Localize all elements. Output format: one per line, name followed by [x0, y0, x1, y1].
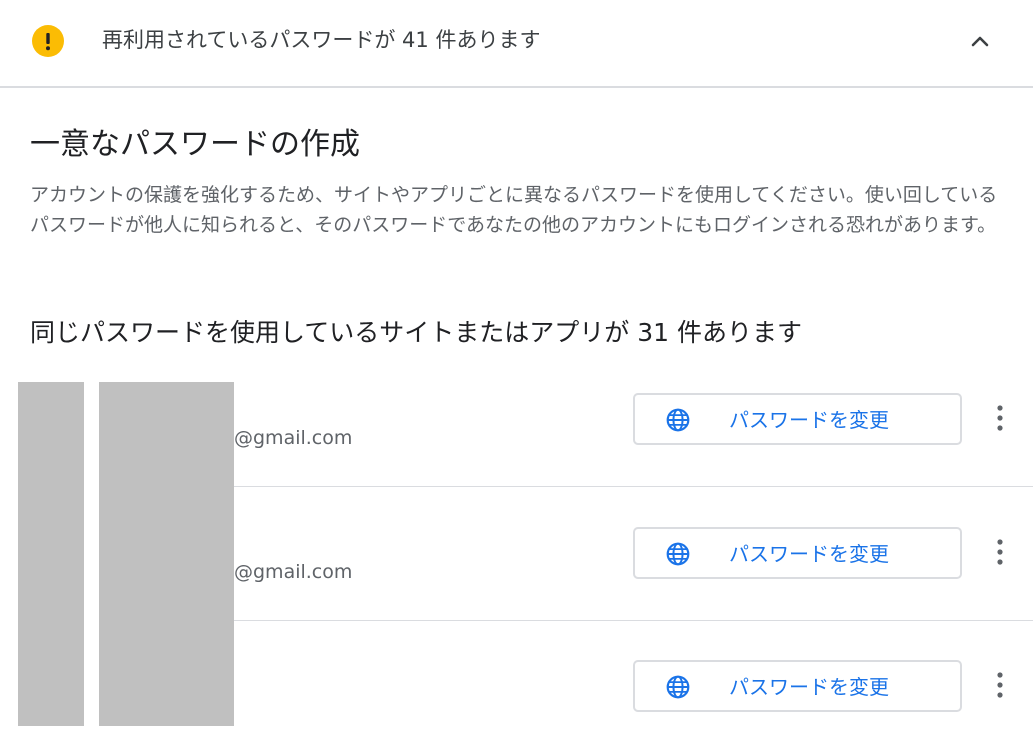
more-vert-icon	[997, 539, 1003, 565]
list-item: @gmail.com パスワードを変更	[234, 382, 1033, 487]
change-password-label: パスワードを変更	[729, 408, 889, 432]
change-password-label: パスワードを変更	[729, 675, 889, 699]
account-email: @gmail.com	[234, 427, 353, 449]
account-email: @gmail.com	[234, 561, 353, 583]
password-checkup-page: 再利用されているパスワードが 41 件あります 一意なパスワードの作成 アカウン…	[0, 0, 1033, 750]
reused-passwords-header[interactable]: 再利用されているパスワードが 41 件あります	[0, 0, 1033, 88]
globe-icon	[666, 408, 690, 432]
page-title: 一意なパスワードの作成	[30, 127, 360, 162]
section-description: アカウントの保護を強化するため、サイトやアプリごとに異なるパスワードを使用してく…	[30, 184, 998, 236]
change-password-button[interactable]: パスワードを変更	[633, 527, 962, 579]
globe-icon	[666, 675, 690, 699]
more-options-button[interactable]	[982, 398, 1018, 438]
affected-sites-count-heading: 同じパスワードを使用しているサイトまたはアプリが 31 件あります	[30, 318, 802, 347]
list-item: @gmail.com パスワードを変更	[234, 487, 1033, 621]
more-vert-icon	[997, 405, 1003, 431]
collapse-button[interactable]	[962, 24, 998, 60]
more-options-button[interactable]	[982, 532, 1018, 572]
more-vert-icon	[997, 672, 1003, 698]
chevron-up-icon	[971, 36, 989, 47]
warning-icon	[32, 25, 64, 57]
globe-icon	[666, 542, 690, 566]
list-item: パスワードを変更	[234, 621, 1033, 750]
reused-passwords-summary: 再利用されているパスワードが 41 件あります	[102, 28, 541, 52]
change-password-button[interactable]: パスワードを変更	[633, 660, 962, 712]
redacted-site-names	[99, 382, 234, 726]
change-password-label: パスワードを変更	[729, 542, 889, 566]
redacted-site-icons	[18, 382, 84, 726]
more-options-button[interactable]	[982, 665, 1018, 705]
change-password-button[interactable]: パスワードを変更	[633, 393, 962, 445]
